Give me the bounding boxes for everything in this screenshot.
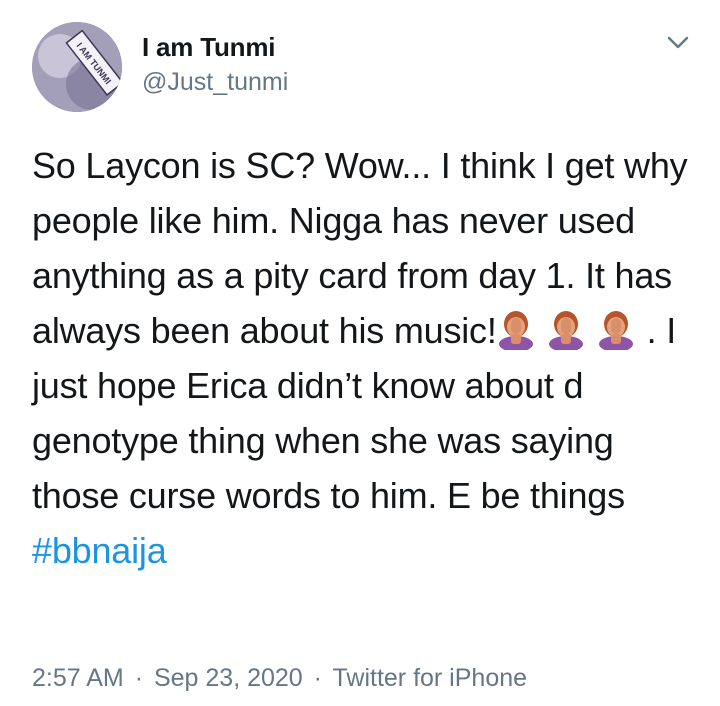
tweet-menu-button[interactable]: [664, 32, 692, 54]
tweet-meta: 2:57 AM · Sep 23, 2020 · Twitter for iPh…: [32, 664, 527, 693]
user-handle[interactable]: @Just_tunmi: [142, 68, 288, 97]
meta-separator: ·: [134, 664, 144, 692]
tweet-source[interactable]: Twitter for iPhone: [333, 664, 528, 692]
tweet-time[interactable]: 2:57 AM: [32, 664, 124, 692]
tweet-card: I AM TUNMI I am Tunmi @Just_tunmi So Lay…: [0, 0, 720, 706]
tweet-text: So Laycon is SC? Wow... I think I get wh…: [32, 138, 702, 578]
facepalm-emoji: [597, 310, 635, 352]
facepalm-emoji: [547, 310, 585, 352]
hashtag-link[interactable]: #bbnaija: [32, 530, 167, 571]
tweet-date[interactable]: Sep 23, 2020: [154, 664, 303, 692]
tweet-text-part1: So Laycon is SC? Wow... I think I get wh…: [32, 145, 688, 351]
avatar[interactable]: I AM TUNMI: [32, 22, 122, 112]
facepalm-emoji: [497, 310, 535, 352]
avatar-image: I AM TUNMI: [32, 22, 122, 112]
meta-separator: ·: [313, 664, 322, 692]
display-name[interactable]: I am Tunmi: [142, 32, 276, 63]
chevron-down-icon: [667, 36, 689, 49]
